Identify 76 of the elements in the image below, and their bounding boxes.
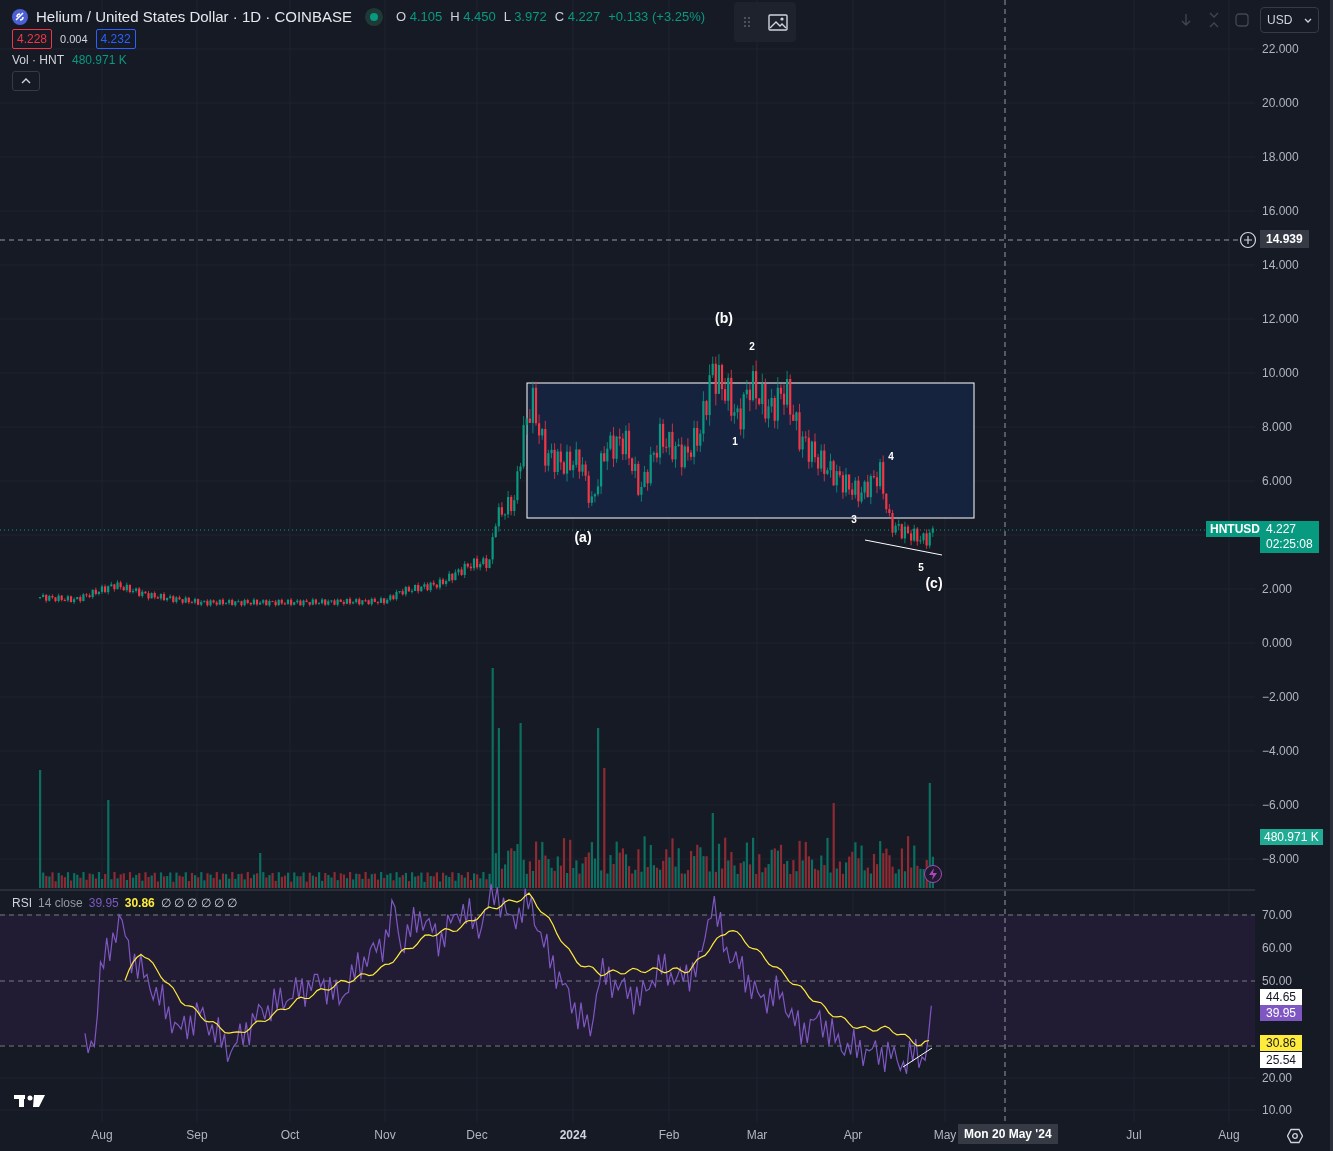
rsi-axis-label: 50.00 <box>1262 973 1293 989</box>
time-axis-label: Aug <box>90 1128 114 1142</box>
price-axis-label: 0.000 <box>1262 635 1293 651</box>
chevron-up-icon <box>21 78 31 84</box>
rsi-average-value: 30.86 <box>124 896 155 910</box>
logo-icon <box>14 1095 45 1107</box>
time-axis-label: Mar <box>745 1128 769 1142</box>
image-icon[interactable] <box>767 13 788 31</box>
ohlc-value: H 4.450 <box>450 9 496 24</box>
volume-value: 480.971 K <box>72 53 127 67</box>
rsi-axis-label: 10.00 <box>1262 1102 1293 1118</box>
price-axis-label: 12.000 <box>1262 311 1299 327</box>
rsi-axis-label: 20.00 <box>1262 1070 1293 1086</box>
wave-label: (b) <box>715 310 733 326</box>
settings-icon[interactable] <box>1287 1128 1303 1144</box>
time-axis-label: Apr <box>842 1128 864 1142</box>
wave-label: (a) <box>574 529 592 545</box>
chevron-down-icon <box>1304 17 1313 23</box>
time-axis-label: Sep <box>185 1128 209 1142</box>
indicator-name[interactable]: RSI <box>12 896 32 910</box>
time-axis-label: Nov <box>373 1128 397 1142</box>
wave-label: 5 <box>918 562 924 573</box>
plus-icon[interactable] <box>1239 231 1257 249</box>
drag-handle-icon[interactable] <box>742 16 751 28</box>
time-axis-label: Feb <box>657 1128 681 1142</box>
crosshair-price-label: 14.939 <box>1260 230 1309 248</box>
last-price-value: 4.227 <box>1266 522 1298 537</box>
time-axis-label: Dec <box>465 1128 489 1142</box>
time-axis-label: 2024 <box>558 1128 588 1142</box>
trend-line <box>902 1047 933 1068</box>
sell-price-button[interactable]: 4.228 <box>12 29 53 49</box>
rsi-value-tag: 25.54 <box>1260 1052 1303 1068</box>
time-axis-label: Oct <box>279 1128 301 1142</box>
collapse-button[interactable] <box>12 71 40 91</box>
price-axis-label: −6.000 <box>1262 797 1300 813</box>
ohlc-value: L 3.972 <box>503 9 547 24</box>
price-axis-label: 18.000 <box>1262 149 1299 165</box>
ohlc-value: O 4.105 <box>395 9 443 24</box>
ohlc-value: C 4.227 <box>554 9 601 24</box>
price-axis-label: 6.000 <box>1262 473 1293 489</box>
symbol-title[interactable]: Helium / United States Dollar · 1D · COINBASE <box>36 8 352 25</box>
price-axis-label: 8.000 <box>1262 419 1293 435</box>
coin-icon <box>12 8 28 25</box>
bar-countdown: 02:25:08 <box>1266 537 1313 552</box>
lightning-icon[interactable] <box>924 865 942 883</box>
currency-dropdown[interactable]: USD <box>1260 7 1320 33</box>
price-axis-label: 16.000 <box>1262 203 1299 219</box>
volume-label: Vol · HNT <box>12 53 64 67</box>
price-axis-label: 20.000 <box>1262 95 1299 111</box>
empty-values: ∅ ∅ ∅ ∅ ∅ ∅ <box>160 896 238 910</box>
rsi-value-tag: 30.86 <box>1260 1035 1303 1051</box>
wave-label: 1 <box>732 436 738 447</box>
wave-label: (c) <box>925 575 943 591</box>
volume-price-tag: 480.971 K <box>1260 829 1323 845</box>
time-axis-label: Aug <box>1217 1128 1241 1142</box>
rsi-axis-label: 60.00 <box>1262 940 1293 956</box>
price-axis-label: 22.000 <box>1262 41 1299 57</box>
price-axis-label: −4.000 <box>1262 743 1300 759</box>
price-axis-label: 10.000 <box>1262 365 1299 381</box>
price-axis-label: 2.000 <box>1262 581 1293 597</box>
rsi-axis-label: 70.00 <box>1262 907 1293 923</box>
wave-label: 4 <box>888 451 894 462</box>
rsi-value: 39.95 <box>88 896 119 910</box>
spread-value: 0.004 <box>60 33 88 45</box>
price-axis-label: 14.000 <box>1262 257 1299 273</box>
buy-price-button[interactable]: 4.232 <box>95 29 136 49</box>
price-axis-label: −2.000 <box>1262 689 1300 705</box>
crosshair-date-label: Mon 20 May '24 <box>958 1124 1058 1144</box>
rsi-value-tag: 44.65 <box>1260 989 1303 1005</box>
rsi-value-tag: 39.95 <box>1260 1005 1303 1021</box>
price-axis-label: −8.000 <box>1262 851 1300 867</box>
wave-label: 3 <box>851 514 857 525</box>
indicator-params: 14 close <box>38 896 83 910</box>
time-axis-label: Jul <box>1125 1128 1143 1142</box>
change-value: +0.133 (+3.25%) <box>608 9 706 24</box>
wave-label: 2 <box>749 341 755 352</box>
